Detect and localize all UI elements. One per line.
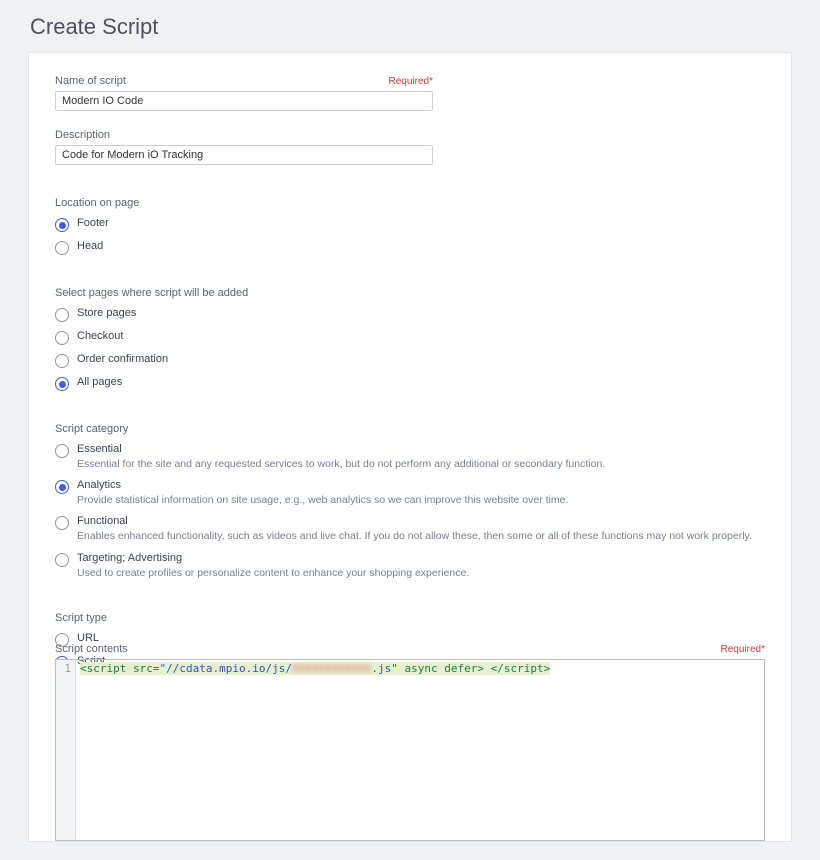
description-input[interactable] — [55, 145, 433, 165]
contents-required: Required* — [721, 644, 765, 655]
code-area[interactable]: <script src="//cdata.mpio.io/js/XXXXXXXX… — [76, 660, 764, 840]
type-label: Script type — [55, 612, 765, 624]
page-title: Create Script — [0, 0, 820, 52]
radio-essential-desc: Essential for the site and any requested… — [77, 457, 605, 471]
form-panel: Name of script Required* Description Loc… — [28, 52, 792, 842]
radio-analytics[interactable] — [55, 480, 69, 494]
radio-order-confirmation-label: Order confirmation — [77, 353, 168, 365]
radio-order-confirmation[interactable] — [55, 354, 69, 368]
radio-functional-desc: Enables enhanced functionality, such as … — [77, 529, 752, 543]
name-required: Required* — [389, 76, 433, 87]
radio-essential-text: Essential Essential for the site and any… — [77, 443, 605, 471]
radio-checkout-label: Checkout — [77, 330, 123, 342]
radio-store-pages[interactable] — [55, 308, 69, 322]
radio-head-label: Head — [77, 240, 103, 252]
radio-checkout[interactable] — [55, 331, 69, 345]
radio-store-pages-label: Store pages — [77, 307, 136, 319]
radio-analytics-label: Analytics — [77, 479, 568, 491]
radio-url-label: URL — [77, 632, 99, 644]
name-label: Name of script — [55, 75, 126, 87]
radio-essential[interactable] — [55, 444, 69, 458]
contents-label: Script contents — [55, 643, 128, 655]
radio-all-pages[interactable] — [55, 377, 69, 391]
radio-head[interactable] — [55, 241, 69, 255]
code-gutter: 1 — [56, 660, 76, 840]
pages-label: Select pages where script will be added — [55, 287, 765, 299]
radio-footer-label: Footer — [77, 217, 109, 229]
radio-targeting-text: Targeting; Advertising Used to create pr… — [77, 552, 469, 580]
radio-targeting-label: Targeting; Advertising — [77, 552, 469, 564]
description-label: Description — [55, 129, 110, 141]
radio-functional-label: Functional — [77, 515, 752, 527]
category-label: Script category — [55, 423, 765, 435]
location-label: Location on page — [55, 197, 765, 209]
radio-targeting-desc: Used to create profiles or personalize c… — [77, 566, 469, 580]
code-editor[interactable]: 1 <script src="//cdata.mpio.io/js/XXXXXX… — [55, 659, 765, 841]
radio-footer[interactable] — [55, 218, 69, 232]
radio-functional[interactable] — [55, 516, 69, 530]
radio-analytics-desc: Provide statistical information on site … — [77, 493, 568, 507]
radio-all-pages-label: All pages — [77, 376, 122, 388]
radio-essential-label: Essential — [77, 443, 605, 455]
radio-analytics-text: Analytics Provide statistical informatio… — [77, 479, 568, 507]
radio-targeting[interactable] — [55, 553, 69, 567]
name-input[interactable] — [55, 91, 433, 111]
radio-functional-text: Functional Enables enhanced functionalit… — [77, 515, 752, 543]
